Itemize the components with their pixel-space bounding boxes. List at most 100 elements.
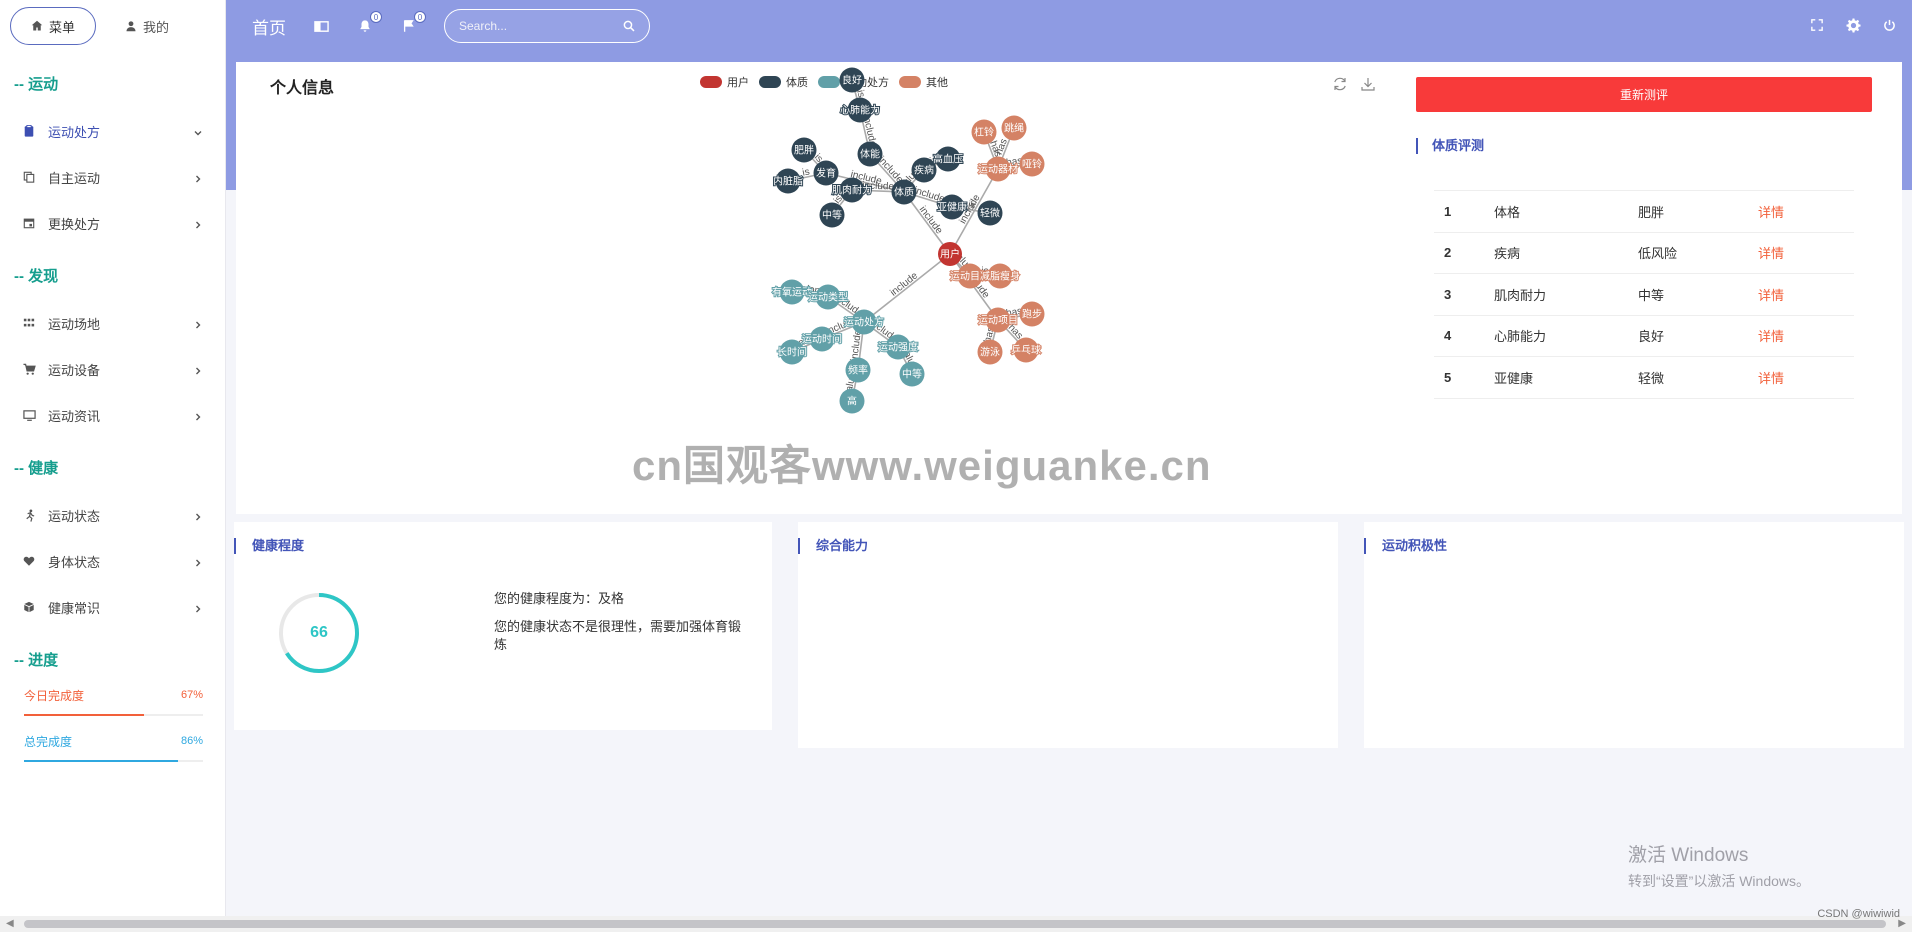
table-row: 1 体格 肥胖 详情 [1434, 191, 1854, 233]
row-result: 良好 [1638, 329, 1665, 345]
graph-node-label: 运动处方 [844, 316, 884, 329]
user-icon [125, 20, 137, 32]
section-title-progress: -- 进度 [14, 652, 59, 669]
chevron-right-icon [193, 602, 203, 613]
notification-badge: 0 [370, 11, 382, 23]
detail-link[interactable]: 详情 [1758, 243, 1784, 262]
ability-panel: 综合能力 [798, 522, 1338, 748]
graph-link-label: include [888, 270, 920, 299]
sidebar-item-self-sport[interactable]: 自主运动 [0, 154, 225, 200]
search-input[interactable] [459, 19, 623, 33]
card-title: 个人信息 [270, 80, 335, 97]
graph-node-label: 轻微 [980, 207, 1000, 220]
sidebar-item-label: 运动状态 [48, 508, 101, 524]
graph-node-label: 中等 [822, 209, 842, 222]
sidebar-item-label: 更换处方 [48, 216, 101, 232]
running-icon [22, 508, 36, 522]
graph-node-label: 频率 [848, 364, 868, 377]
section-title-discover: -- 发现 [14, 268, 59, 285]
graph-node-label: 用户 [940, 248, 960, 261]
graph-node-label: 有氧运动 [772, 286, 812, 299]
re-evaluate-button[interactable]: 重新测评 [1416, 77, 1872, 112]
sidebar-item-body-state[interactable]: 身体状态 [0, 538, 225, 584]
row-result: 肥胖 [1638, 204, 1665, 220]
chevron-right-icon [193, 510, 203, 521]
progress-value: 86% [180, 735, 203, 747]
sidebar-item-health-knowledge[interactable]: 健康常识 [0, 584, 225, 630]
progress-label: 今日完成度 [24, 688, 85, 703]
sidebar-item-prescription[interactable]: 运动处方 [0, 108, 225, 154]
table-row: 2 疾病 低风险 详情 [1434, 233, 1854, 274]
health-description: 您的健康程度为：及格 您的健康状态不是很理性，需要加强体育锻炼 [494, 590, 744, 664]
calendar-icon [22, 216, 36, 230]
refresh-icon[interactable] [1332, 76, 1348, 92]
row-item: 肌肉耐力 [1494, 287, 1547, 303]
graph-toolbox [1332, 76, 1376, 92]
windows-activation-watermark: 激活 Windows 转到“设置”以激活 Windows。 [1628, 840, 1810, 891]
progress-fill [24, 760, 178, 762]
health-panel-title: 健康程度 [234, 538, 304, 554]
sidebar: 菜单 我的 -- 运动 运动处方 自主运动 更换处方 -- 发现 运动场地 运动… [0, 0, 226, 932]
graph-node-label: 心肺能力 [840, 104, 880, 117]
row-item: 体格 [1494, 204, 1521, 220]
sidebar-item-venue[interactable]: 运动场地 [0, 300, 225, 346]
scroll-left-icon[interactable]: ◀ [6, 918, 14, 929]
tab-mine-label: 我的 [142, 19, 169, 35]
sidebar-item-label: 运动处方 [48, 124, 101, 140]
tab-mine[interactable]: 我的 [102, 7, 192, 45]
section-title-health: -- 健康 [14, 460, 59, 477]
search-icon[interactable] [623, 20, 635, 32]
graph-node-label: 哑铃 [1022, 158, 1042, 171]
health-score: 66 [310, 624, 328, 641]
graph-node-label: 跳绳 [1004, 122, 1024, 135]
sidebar-item-sport-state[interactable]: 运动状态 [0, 492, 225, 538]
graph-node-label: 良好 [842, 74, 862, 87]
bell-icon[interactable]: 0 [356, 11, 382, 35]
row-result: 轻微 [1638, 370, 1665, 386]
download-icon[interactable] [1360, 76, 1376, 92]
fullscreen-icon[interactable] [1808, 16, 1826, 34]
chevron-down-icon [193, 126, 203, 136]
graph-node-label: 乒乓球 [1011, 344, 1041, 357]
detail-link[interactable]: 详情 [1758, 368, 1784, 387]
tab-menu-label: 菜单 [48, 19, 75, 35]
home-icon [31, 20, 43, 32]
detail-link[interactable]: 详情 [1758, 285, 1784, 304]
tab-menu[interactable]: 菜单 [10, 7, 96, 45]
graph-node-label: 运动类型 [808, 291, 848, 304]
graph-node-label: 肥胖 [794, 145, 814, 157]
table-row: 3 肌肉耐力 中等 详情 [1434, 274, 1854, 316]
detail-link[interactable]: 详情 [1758, 202, 1784, 221]
cart-icon [22, 362, 36, 376]
sidebar-toggle-icon[interactable] [312, 17, 330, 35]
detail-link[interactable]: 详情 [1758, 326, 1784, 345]
sidebar-item-change-prescription[interactable]: 更换处方 [0, 200, 225, 246]
monitor-icon [22, 408, 36, 422]
flag-icon[interactable]: 0 [400, 11, 426, 35]
row-item: 心肺能力 [1494, 329, 1547, 345]
graph-node-label: 运动器材 [978, 163, 1018, 176]
graph-node-label: 内脏脂 [773, 175, 803, 188]
sidebar-item-equipment[interactable]: 运动设备 [0, 346, 225, 392]
progress-today: 今日完成度 67% [0, 684, 225, 716]
graph-node-label: 疾病 [914, 164, 934, 177]
row-no: 4 [1444, 328, 1452, 344]
graph-node-label: 减脂瘦身 [980, 270, 1020, 283]
progress-label: 总完成度 [24, 734, 73, 749]
heart-icon [22, 554, 36, 568]
site-watermark: cn国观客www.weiguanke.cn [632, 442, 1212, 489]
row-result: 中等 [1638, 287, 1665, 303]
home-link[interactable]: 首页 [252, 14, 286, 39]
sidebar-item-label: 健康常识 [48, 600, 101, 616]
flag-badge: 0 [414, 11, 426, 23]
clipboard-icon [22, 124, 36, 138]
grid-icon [22, 316, 36, 330]
sidebar-item-news[interactable]: 运动资讯 [0, 392, 225, 438]
chevron-right-icon [193, 318, 203, 329]
progress-fill [24, 714, 144, 716]
progress-bar [24, 760, 203, 762]
gear-icon[interactable] [1844, 16, 1862, 34]
horizontal-scrollbar-thumb[interactable] [24, 920, 1886, 928]
power-icon[interactable] [1880, 16, 1898, 34]
search-box[interactable] [444, 9, 650, 43]
